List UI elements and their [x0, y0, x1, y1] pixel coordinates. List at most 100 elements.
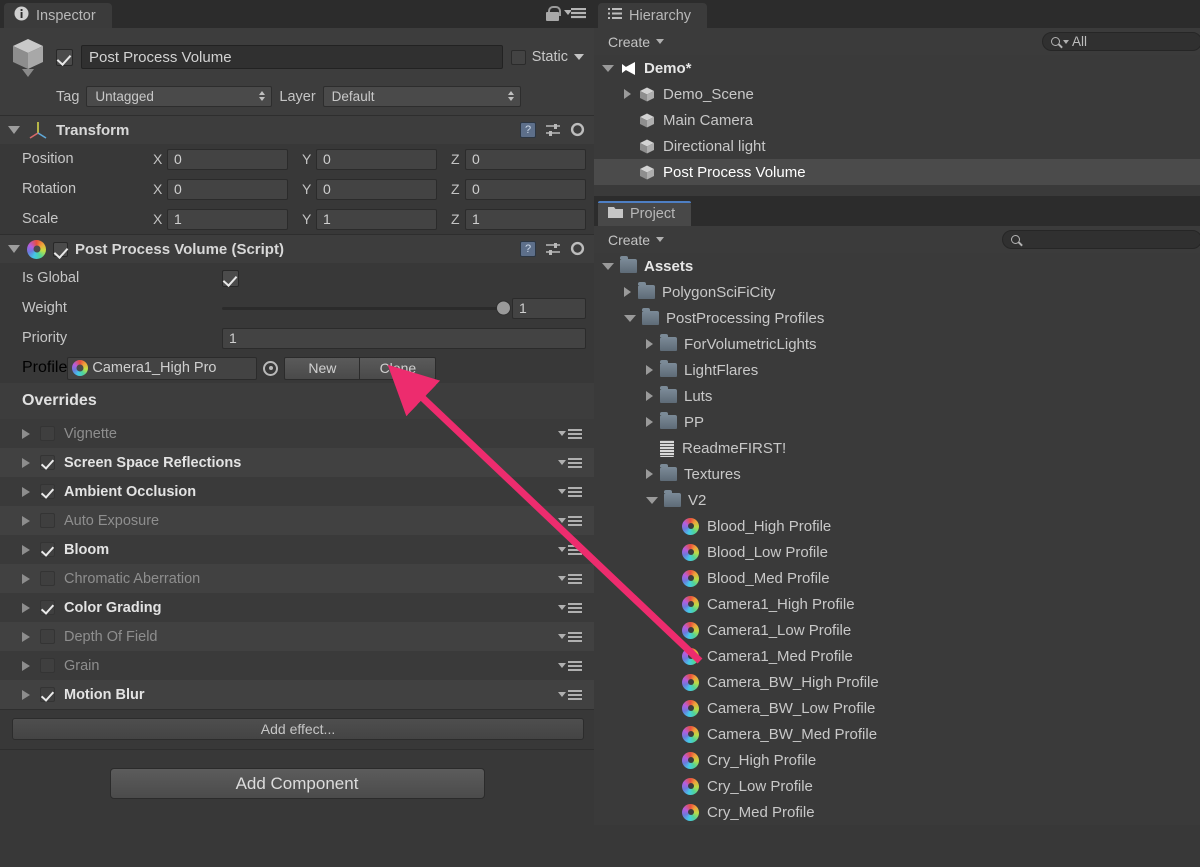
override-checkbox[interactable]: [40, 513, 55, 528]
project-item[interactable]: Camera_BW_High Profile: [594, 669, 1200, 695]
expand-triangle-icon[interactable]: [22, 486, 30, 497]
project-item[interactable]: PostProcessing Profiles: [594, 305, 1200, 331]
override-menu-icon[interactable]: [558, 428, 582, 439]
project-create-button[interactable]: Create: [600, 230, 672, 250]
project-item[interactable]: Cry_High Profile: [594, 747, 1200, 773]
expand-triangle-icon[interactable]: [646, 339, 653, 349]
override-row-chromatic-aberration[interactable]: Chromatic Aberration: [0, 564, 594, 593]
is-global-checkbox[interactable]: [222, 269, 239, 287]
tab-inspector[interactable]: Inspector: [4, 3, 112, 28]
position-y-input[interactable]: 0: [316, 148, 437, 170]
override-checkbox[interactable]: [40, 600, 55, 615]
layer-dropdown[interactable]: Default: [322, 86, 521, 107]
tab-project[interactable]: Project: [598, 201, 692, 226]
hierarchy-item[interactable]: Main Camera: [594, 107, 1200, 133]
override-menu-icon[interactable]: [558, 457, 582, 468]
collapse-triangle-icon[interactable]: [602, 64, 614, 72]
weight-slider[interactable]: [222, 300, 511, 316]
override-menu-icon[interactable]: [558, 544, 582, 555]
override-checkbox[interactable]: [40, 542, 55, 557]
position-x-input[interactable]: 0: [167, 148, 288, 170]
collapse-triangle-icon[interactable]: [8, 245, 20, 253]
override-menu-icon[interactable]: [558, 689, 582, 700]
override-checkbox[interactable]: [40, 629, 55, 644]
profile-object-field[interactable]: Camera1_High Pro: [67, 356, 258, 380]
preset-icon[interactable]: [545, 123, 561, 137]
hierarchy-item[interactable]: Demo_Scene: [594, 81, 1200, 107]
project-item[interactable]: Blood_Low Profile: [594, 539, 1200, 565]
hierarchy-item[interactable]: Demo*: [594, 55, 1200, 81]
project-item[interactable]: V2: [594, 487, 1200, 513]
expand-triangle-icon[interactable]: [646, 391, 653, 401]
hierarchy-item[interactable]: Post Process Volume: [594, 159, 1200, 185]
collapse-triangle-icon[interactable]: [8, 126, 20, 134]
add-component-button[interactable]: Add Component: [109, 768, 485, 799]
override-checkbox[interactable]: [40, 455, 55, 470]
gear-icon[interactable]: [570, 241, 586, 257]
scale-x-input[interactable]: 1: [167, 208, 288, 230]
project-item[interactable]: Camera1_Med Profile: [594, 643, 1200, 669]
project-item[interactable]: Blood_Med Profile: [594, 565, 1200, 591]
project-item[interactable]: Camera_BW_Med Profile: [594, 721, 1200, 747]
object-picker-icon[interactable]: [263, 360, 279, 376]
override-checkbox[interactable]: [40, 687, 55, 702]
collapse-triangle-icon[interactable]: [624, 314, 636, 322]
static-toggle[interactable]: Static: [510, 49, 584, 65]
rotation-x-input[interactable]: 0: [167, 178, 288, 200]
component-enabled-checkbox[interactable]: [53, 241, 68, 257]
override-row-motion-blur[interactable]: Motion Blur: [0, 680, 594, 709]
expand-triangle-icon[interactable]: [22, 602, 30, 613]
scale-z-input[interactable]: 1: [465, 208, 586, 230]
project-item[interactable]: Camera_BW_Low Profile: [594, 695, 1200, 721]
rotation-y-input[interactable]: 0: [316, 178, 437, 200]
tag-dropdown[interactable]: Untagged: [86, 86, 273, 107]
preset-icon[interactable]: [545, 242, 561, 256]
position-z-input[interactable]: 0: [465, 148, 586, 170]
override-menu-icon[interactable]: [558, 573, 582, 584]
project-item[interactable]: PolygonSciFiCity: [594, 279, 1200, 305]
override-row-auto-exposure[interactable]: Auto Exposure: [0, 506, 594, 535]
new-profile-button[interactable]: New: [284, 356, 361, 380]
project-item[interactable]: Cry_Low Profile: [594, 773, 1200, 799]
override-checkbox[interactable]: [40, 426, 55, 441]
override-menu-icon[interactable]: [558, 515, 582, 526]
static-checkbox[interactable]: [510, 49, 526, 65]
gameobject-enabled-checkbox[interactable]: [56, 48, 73, 66]
chevron-down-icon[interactable]: [574, 54, 584, 60]
expand-triangle-icon[interactable]: [646, 365, 653, 375]
weight-input[interactable]: 1: [512, 297, 586, 319]
expand-triangle-icon[interactable]: [22, 689, 30, 700]
project-item[interactable]: Blood_High Profile: [594, 513, 1200, 539]
hamburger-menu-icon[interactable]: [564, 7, 586, 20]
override-row-grain[interactable]: Grain: [0, 651, 594, 680]
override-row-vignette[interactable]: Vignette: [0, 419, 594, 448]
project-item[interactable]: Assets: [594, 253, 1200, 279]
lock-icon[interactable]: [546, 6, 561, 21]
expand-triangle-icon[interactable]: [22, 457, 30, 468]
clone-profile-button[interactable]: Clone: [360, 356, 437, 380]
override-checkbox[interactable]: [40, 484, 55, 499]
expand-triangle-icon[interactable]: [624, 287, 631, 297]
override-menu-icon[interactable]: [558, 486, 582, 497]
override-row-depth-of-field[interactable]: Depth Of Field: [0, 622, 594, 651]
collapse-triangle-icon[interactable]: [646, 496, 658, 504]
override-checkbox[interactable]: [40, 658, 55, 673]
tab-hierarchy[interactable]: Hierarchy: [598, 3, 708, 28]
hierarchy-create-button[interactable]: Create: [600, 32, 672, 52]
expand-triangle-icon[interactable]: [646, 417, 653, 427]
project-item[interactable]: Camera1_Low Profile: [594, 617, 1200, 643]
transform-component-header[interactable]: Transform ?: [0, 116, 594, 144]
override-menu-icon[interactable]: [558, 602, 582, 613]
help-icon[interactable]: ?: [520, 122, 536, 138]
override-checkbox[interactable]: [40, 571, 55, 586]
collapse-triangle-icon[interactable]: [602, 262, 614, 270]
override-menu-icon[interactable]: [558, 660, 582, 671]
expand-triangle-icon[interactable]: [624, 89, 631, 99]
project-search-input[interactable]: [1002, 230, 1200, 249]
expand-triangle-icon[interactable]: [22, 544, 30, 555]
override-row-screen-space-reflections[interactable]: Screen Space Reflections: [0, 448, 594, 477]
expand-triangle-icon[interactable]: [22, 515, 30, 526]
postprocess-component-header[interactable]: Post Process Volume (Script) ?: [0, 235, 594, 263]
hierarchy-item[interactable]: Directional light: [594, 133, 1200, 159]
project-item[interactable]: ReadmeFIRST!: [594, 435, 1200, 461]
